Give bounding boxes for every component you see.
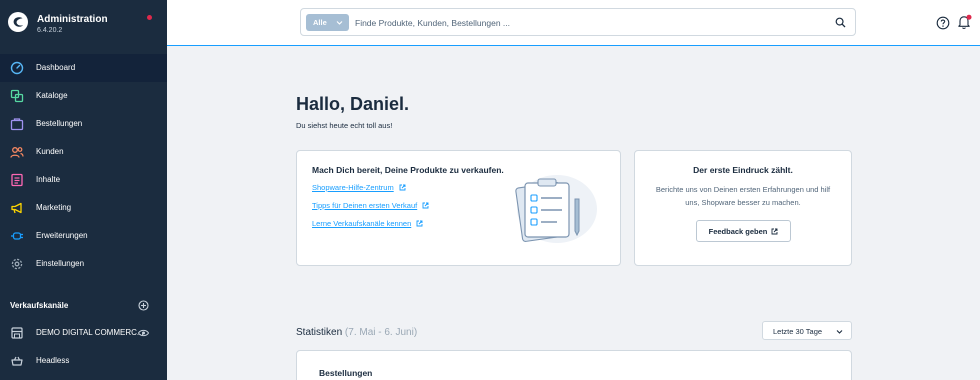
shopware-logo-icon — [8, 12, 28, 32]
card-title: Bestellungen — [319, 368, 373, 378]
sidebar-item-label: Kataloge — [36, 91, 68, 100]
sidebar-item-label: Headless — [36, 356, 70, 365]
brand-header[interactable]: Administration 6.4.20.2 — [0, 0, 167, 46]
clipboard-illustration-icon — [515, 175, 597, 243]
card-title: Der erste Eindruck zählt. — [693, 165, 793, 175]
catalog-icon — [10, 89, 24, 103]
feedback-button[interactable]: Feedback geben — [696, 220, 791, 242]
search-icon[interactable] — [835, 17, 846, 28]
sidebar-item-catalog[interactable]: Kataloge — [0, 82, 167, 110]
button-label: Feedback geben — [708, 226, 768, 236]
search-type-label: Alle — [313, 18, 327, 27]
sidebar-item-extensions[interactable]: Erweiterungen — [0, 222, 167, 250]
sales-channels-title: Verkaufskanäle — [10, 301, 69, 310]
time-range-select[interactable]: Letzte 30 Tage — [762, 321, 852, 340]
card-text: Berichte uns von Deinen ersten Erfahrung… — [655, 185, 831, 207]
sidebar-item-sales-channel-headless[interactable]: Headless — [0, 347, 167, 375]
external-link-icon — [416, 220, 423, 227]
sidebar-item-dashboard[interactable]: Dashboard — [0, 54, 167, 82]
orders-stats-card: Bestellungen — [296, 350, 852, 380]
sidebar-item-label: Erweiterungen — [36, 231, 88, 240]
sidebar-item-label: Dashboard — [36, 63, 76, 72]
global-search: Alle — [300, 8, 856, 36]
external-link-icon — [422, 202, 429, 209]
orders-icon — [10, 118, 24, 131]
sidebar-item-content[interactable]: Inhalte — [0, 166, 167, 194]
sidebar-item-label: Inhalte — [36, 175, 61, 184]
link-label: Shopware-Hilfe-Zentrum — [312, 183, 394, 192]
app-title: Administration — [37, 14, 108, 25]
sidebar-item-customers[interactable]: Kunden — [0, 138, 167, 166]
help-icon[interactable] — [936, 16, 950, 30]
sidebar-item-sales-channel-demo[interactable]: DEMO DIGITAL COMMERC... — [0, 319, 167, 347]
search-type-select[interactable]: Alle — [306, 14, 349, 31]
statistics-label: Statistiken — [296, 327, 343, 338]
external-link-icon — [399, 184, 406, 191]
top-bar: Alle — [167, 0, 980, 46]
sidebar-item-label: DEMO DIGITAL COMMERC... — [36, 328, 144, 337]
statistics-date-range: (7. Mai - 6. Juni) — [344, 327, 418, 338]
time-range-value: Letzte 30 Tage — [773, 327, 823, 336]
sidebar: Administration 6.4.20.2 Dashboard Katalo… — [0, 0, 167, 380]
getting-started-card: Mach Dich bereit, Deine Produkte zu verk… — [296, 150, 621, 266]
statistics-title: Statistiken (7. Mai - 6. Juni) — [296, 327, 417, 338]
sidebar-item-marketing[interactable]: Marketing — [0, 194, 167, 222]
external-link-icon — [771, 228, 778, 234]
help-center-link[interactable]: Shopware-Hilfe-Zentrum — [312, 183, 406, 192]
page-subtitle: Du siehst heute echt toll aus! — [296, 121, 393, 130]
page-title: Hallo, Daniel. — [296, 94, 410, 114]
sidebar-item-label: Kunden — [36, 147, 64, 156]
link-label: Lerne Verkaufskanäle kennen — [312, 219, 412, 228]
customers-icon — [10, 147, 24, 158]
first-sale-tips-link[interactable]: Tipps für Deinen ersten Verkauf — [312, 201, 429, 210]
sidebar-item-settings[interactable]: Einstellungen — [0, 250, 167, 278]
link-label: Tipps für Deinen ersten Verkauf — [312, 201, 418, 210]
notification-dot — [147, 15, 152, 20]
notifications-bell-icon[interactable] — [957, 14, 972, 30]
marketing-icon — [11, 202, 22, 214]
sidebar-item-label: Marketing — [36, 203, 72, 212]
sidebar-item-orders[interactable]: Bestellungen — [0, 110, 167, 138]
content-icon — [11, 173, 23, 187]
headless-icon — [11, 356, 23, 366]
settings-icon — [11, 258, 23, 270]
app-version: 6.4.20.2 — [37, 27, 63, 34]
dashboard-icon — [10, 61, 24, 75]
chevron-down-icon — [336, 21, 343, 25]
card-title: Mach Dich bereit, Deine Produkte zu verk… — [312, 165, 504, 175]
sidebar-item-label: Bestellungen — [36, 119, 83, 128]
storefront-icon — [11, 327, 23, 339]
search-input[interactable] — [355, 14, 815, 31]
add-sales-channel-icon[interactable] — [138, 300, 149, 311]
sales-channels-link[interactable]: Lerne Verkaufskanäle kennen — [312, 219, 423, 228]
feedback-card: Der erste Eindruck zählt. Berichte uns v… — [634, 150, 852, 266]
chevron-down-icon — [836, 330, 843, 334]
extensions-icon — [11, 232, 23, 240]
eye-icon[interactable] — [138, 329, 149, 337]
sidebar-item-label: Einstellungen — [36, 259, 85, 268]
